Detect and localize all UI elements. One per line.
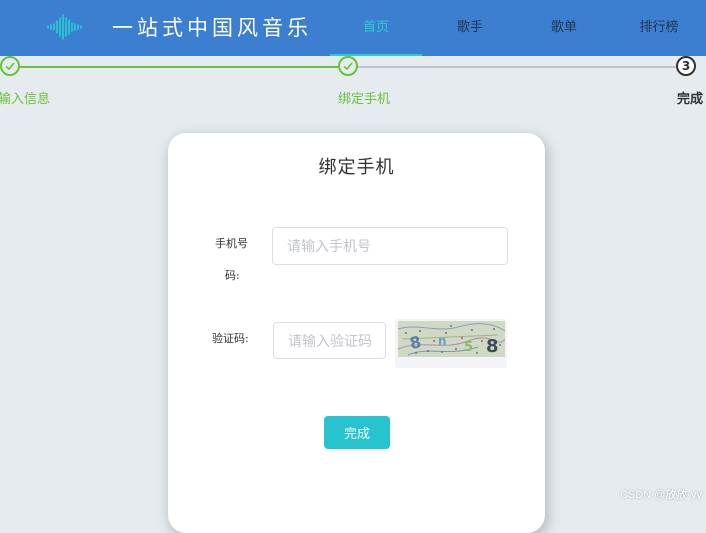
nav-home-label: 首页 [362,20,389,35]
phone-label-line2: 码: [225,269,240,282]
captcha-graphic: 8 n 5 8 [398,321,505,357]
nav-playlists[interactable]: 歌单 [518,0,610,56]
check-icon [343,62,353,71]
step-1-circle [0,56,20,76]
step-1-label: 输入信息 [0,92,51,107]
brand-title: 一站式中国风音乐 [112,16,312,40]
step-connector-2 [358,66,676,68]
phone-label-line1: 手机号 [215,237,248,250]
step-3-circle: 3 [676,56,696,76]
nav-singers-label: 歌手 [456,20,483,35]
check-icon [5,62,15,71]
svg-text:n: n [438,334,447,348]
captcha-image[interactable]: 8 n 5 8 [395,319,507,368]
step-2-label: 绑定手机 [338,92,391,107]
step-3-number: 3 [681,59,691,73]
step-3-label: 完成 [677,92,704,107]
code-label: 验证码: [212,332,249,345]
sound-wave-icon [47,14,82,40]
code-input[interactable] [273,322,386,359]
svg-text:5: 5 [464,340,473,355]
phone-input[interactable] [272,227,508,265]
svg-text:8: 8 [486,336,499,357]
nav-charts-label: 排行榜 [639,20,679,35]
step-connector-1 [20,66,338,68]
bind-phone-card: 绑定手机 手机号 码: 验证码: 8 n 5 8 [168,133,545,533]
nav-playlists-label: 歌单 [550,20,577,35]
card-title: 绑定手机 [318,157,395,178]
finish-button[interactable]: 完成 [324,416,390,449]
nav-charts[interactable]: 排行榜 [612,0,706,56]
nav-home[interactable]: 首页 [330,0,422,56]
nav-singers[interactable]: 歌手 [424,0,516,56]
top-navbar: 一站式中国风音乐 首页 歌手 歌单 排行榜 [0,0,706,56]
step-2-circle [338,56,358,76]
watermark-text: CSDN @放放-yy [619,489,702,501]
